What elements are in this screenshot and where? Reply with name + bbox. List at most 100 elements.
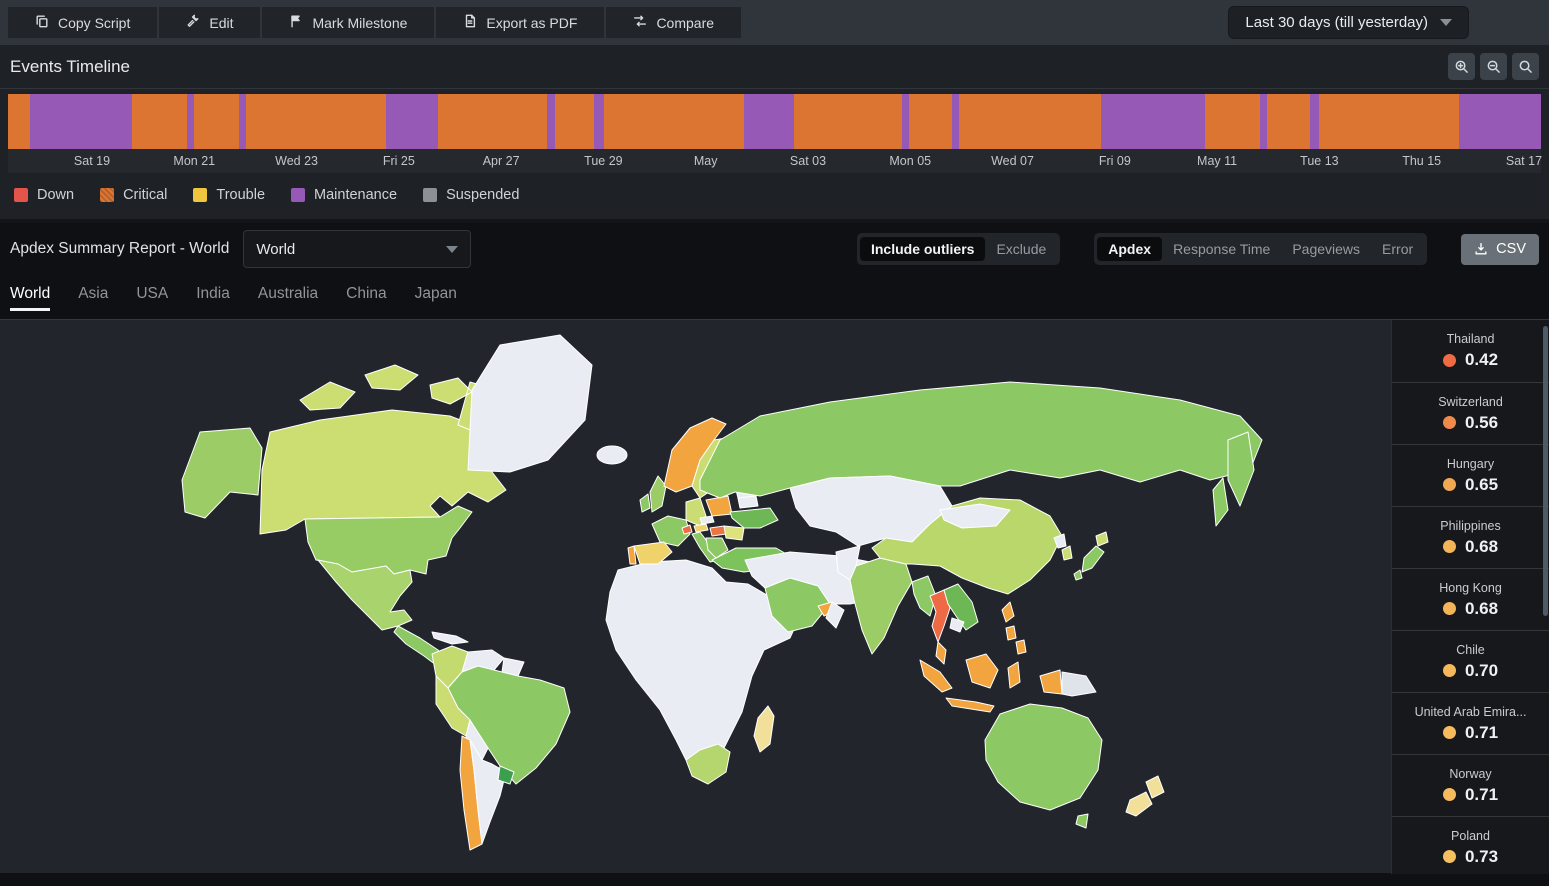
toolbar-button-edit[interactable]: Edit [159,7,261,38]
map-region-sakhalin[interactable] [1212,477,1229,527]
country-score-card[interactable]: Hungary 0.65 [1392,444,1549,506]
country-score-card[interactable]: Hong Kong 0.68 [1392,568,1549,630]
region-tab-china[interactable]: China [346,285,387,319]
timeline-segment-maintenance[interactable] [743,94,794,149]
timeline-segment-maintenance[interactable] [951,94,959,149]
toolbar-button-group: Copy Script Edit Mark Milestone Export as P… [8,7,742,38]
zoom-reset-button[interactable] [1512,53,1539,80]
country-score-card[interactable]: Chile 0.70 [1392,630,1549,692]
map-region-sulawesi[interactable] [1007,661,1021,689]
map-region-russia[interactable] [699,381,1263,499]
map-region-kamchatka[interactable] [1227,431,1255,507]
toolbar-button-mark-milestone[interactable]: Mark Milestone [262,7,435,38]
map-region-south-korea[interactable] [1061,545,1073,561]
timeline-segment-critical[interactable] [131,94,187,149]
timeline-segment-critical[interactable] [246,94,386,149]
timeline-segment-critical[interactable] [1204,94,1260,149]
region-tab-asia[interactable]: Asia [78,285,108,319]
timeline-segment-maintenance[interactable] [1309,94,1320,149]
timeline-segment-critical[interactable] [554,94,594,149]
map-region-india[interactable] [849,557,913,655]
timeline-segment-maintenance[interactable] [29,94,132,149]
country-score-card[interactable]: Switzerland 0.56 [1392,382,1549,444]
country-name: Chile [1456,642,1485,657]
map-region-ukraine[interactable] [729,507,779,529]
map-region-greenland[interactable] [467,334,593,473]
country-score-card[interactable]: Philippines 0.68 [1392,506,1549,568]
region-tab-world[interactable]: World [10,285,51,319]
metric-tab-pageviews[interactable]: Pageviews [1281,237,1371,261]
timeline-segment-critical[interactable] [603,94,744,149]
map-region-tasmania[interactable] [1075,813,1089,829]
map-region-ireland[interactable] [639,493,651,513]
map-region-portugal[interactable] [627,545,637,565]
timeline-segment-maintenance[interactable] [239,94,247,149]
score-dot [1442,726,1456,739]
timeline-segment-maintenance[interactable] [593,94,604,149]
country-score-card[interactable]: Thailand 0.42 [1392,320,1549,382]
csv-export-button[interactable]: CSV [1461,233,1539,265]
map-region-borneo[interactable] [965,653,999,689]
map-region-iceland[interactable] [596,445,628,465]
scope-select[interactable]: World [243,230,472,268]
timeline-segment-maintenance[interactable] [1458,94,1541,149]
metric-tab-error[interactable]: Error [1371,237,1424,261]
map-region-czech[interactable] [699,515,715,525]
timeline-segment-critical[interactable] [958,94,1101,149]
map-region-malaysia[interactable] [935,641,947,665]
map-region-madagascar[interactable] [753,705,775,753]
timeline-segment-maintenance[interactable] [546,94,555,149]
world-choropleth-map[interactable] [0,320,1390,874]
timeline-bar[interactable] [8,94,1541,149]
outlier-option-exclude[interactable]: Exclude [985,237,1057,261]
outlier-option-include-outliers[interactable]: Include outliers [859,237,986,261]
map-region-alaska[interactable] [181,427,263,519]
region-tab-india[interactable]: India [196,285,230,319]
map-region-japan-honshu[interactable] [1073,545,1105,581]
timeline-segment-maintenance[interactable] [386,94,438,149]
country-score-card[interactable]: Norway 0.71 [1392,754,1549,816]
toolbar-button-compare[interactable]: Compare [606,7,742,38]
map-region-austria[interactable] [693,523,709,533]
timeline-segment-critical[interactable] [193,94,239,149]
region-tab-usa[interactable]: USA [136,285,168,319]
country-value-row: 0.70 [1442,661,1498,681]
zoom-in-button[interactable] [1448,53,1475,80]
timeline-segment-critical[interactable] [8,94,30,149]
map-region-java[interactable] [945,697,995,713]
toolbar-button-copy-script[interactable]: Copy Script [8,7,158,38]
map-region-new-zealand[interactable] [1125,775,1165,817]
map-region-png-east[interactable] [1061,671,1097,697]
timeline-segment-critical[interactable] [1266,94,1310,149]
toolbar-button-export-as-pdf[interactable]: Export as PDF [436,7,605,38]
map-region-poland[interactable] [705,495,733,517]
map-region-hungary[interactable] [709,525,727,537]
map-region-belarus[interactable] [737,495,759,509]
timeline-segment-maintenance[interactable] [1259,94,1267,149]
map-region-png-west[interactable] [1039,669,1063,695]
timeline-segment-maintenance[interactable] [1100,94,1205,149]
map-region-cuba[interactable] [431,631,469,645]
date-range-dropdown[interactable]: Last 30 days (till yesterday) [1228,6,1469,39]
timeline-segment-critical[interactable] [793,94,902,149]
country-score-card[interactable]: United Arab Emira... 0.71 [1392,692,1549,754]
map-region-uk[interactable] [649,475,667,513]
timeline-segment-critical[interactable] [1319,94,1459,149]
zoom-out-button[interactable] [1480,53,1507,80]
map-region-australia[interactable] [984,703,1103,811]
timeline-segment-critical[interactable] [437,94,547,149]
timeline-segment-maintenance[interactable] [901,94,909,149]
country-score-card[interactable]: Poland 0.73 [1392,816,1549,874]
map-region-romania[interactable] [723,525,745,541]
metric-tab-apdex[interactable]: Apdex [1097,237,1163,261]
timeline-segment-critical[interactable] [908,94,952,149]
metric-tab-response-time[interactable]: Response Time [1162,237,1281,261]
timeline-segment-maintenance[interactable] [186,94,194,149]
events-timeline-title: Events Timeline [10,56,130,76]
region-tab-australia[interactable]: Australia [258,285,318,319]
scrollbar-thumb[interactable] [1543,326,1548,616]
region-tab-japan[interactable]: Japan [415,285,457,319]
map-region-philippines[interactable] [1001,601,1027,655]
map-region-sumatra[interactable] [919,659,953,693]
map-region-japan-hokkaido[interactable] [1095,531,1109,547]
